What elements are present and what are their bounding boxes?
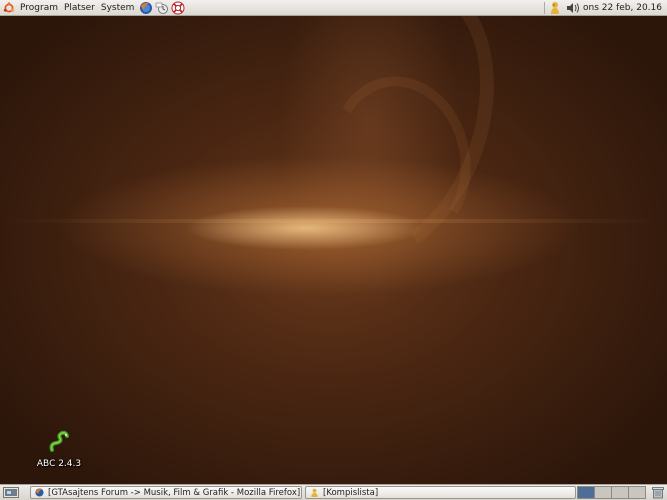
menu-program[interactable]: Program — [17, 0, 61, 16]
firefox-launcher-icon[interactable] — [139, 1, 153, 15]
evolution-launcher-icon[interactable] — [155, 1, 169, 15]
workspace-1[interactable] — [577, 486, 595, 499]
show-desktop-icon — [5, 489, 17, 496]
trash-icon[interactable] — [651, 486, 665, 499]
taskbar-button-firefox[interactable]: [GTAsajtens Forum -> Musik, Film & Grafi… — [30, 486, 302, 499]
snake-icon — [49, 430, 69, 452]
clock[interactable]: ons 22 feb, 20.16 — [580, 3, 667, 13]
top-panel: Program Platser System ons 22 feb, 20.16 — [0, 0, 667, 16]
workspace-switcher — [577, 486, 646, 499]
desktop-icon-abc[interactable]: ABC 2.4.3 — [34, 430, 84, 469]
workspace-4[interactable] — [628, 486, 646, 499]
help-launcher-icon[interactable] — [171, 1, 185, 15]
desktop-icon-label: ABC 2.4.3 — [36, 459, 82, 469]
menu-system[interactable]: System — [98, 0, 138, 16]
tray-separator — [544, 2, 546, 14]
buddy-status-icon[interactable] — [549, 1, 561, 15]
notification-area: ons 22 feb, 20.16 — [540, 0, 667, 16]
bottom-panel: [GTAsajtens Forum -> Musik, Film & Grafi… — [0, 484, 667, 500]
workspace-3[interactable] — [611, 486, 629, 499]
volume-icon[interactable] — [566, 2, 580, 14]
show-desktop-button[interactable] — [3, 487, 19, 498]
menu-platser[interactable]: Platser — [61, 0, 98, 16]
firefox-icon — [35, 488, 44, 497]
taskbar-button-kompislista[interactable]: [Kompislista] — [305, 486, 576, 499]
taskbar-label: [GTAsajtens Forum -> Musik, Film & Grafi… — [48, 487, 301, 498]
wallpaper-horizon — [0, 219, 667, 223]
taskbar-label: [Kompislista] — [323, 487, 379, 498]
workspace-2[interactable] — [594, 486, 612, 499]
ubuntu-logo-icon[interactable] — [3, 1, 15, 14]
buddy-icon — [311, 488, 318, 497]
desktop: ABC 2.4.3 — [0, 16, 667, 484]
